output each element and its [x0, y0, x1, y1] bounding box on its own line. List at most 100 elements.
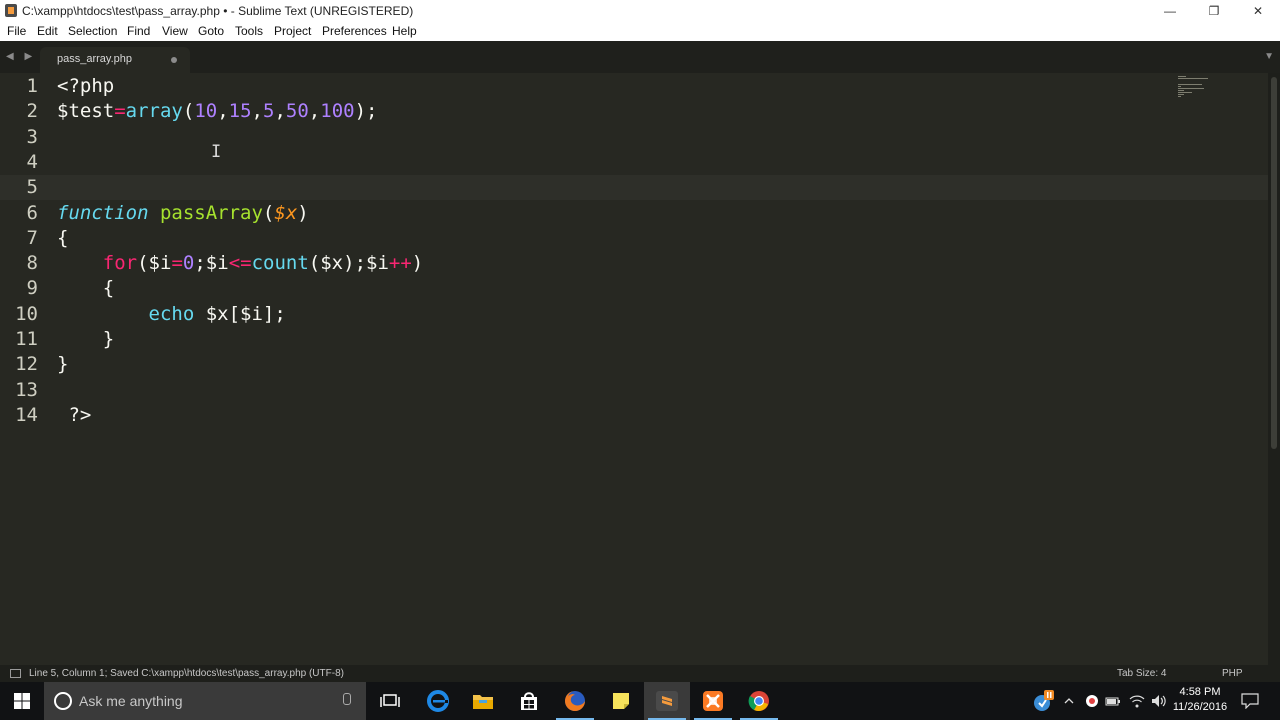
window-title: C:\xampp\htdocs\test\pass_array.php • - … [22, 4, 414, 18]
recording-icon[interactable] [1082, 682, 1102, 720]
chrome-icon[interactable] [736, 682, 782, 720]
line-number: 7 [26, 227, 38, 249]
xampp-icon[interactable] [690, 682, 736, 720]
line-number: 2 [26, 100, 38, 122]
action-center-icon[interactable] [1238, 682, 1262, 720]
text-cursor-icon: I [211, 142, 222, 162]
punctuation: ) [297, 202, 309, 224]
clock-time: 4:58 PM [1179, 686, 1221, 698]
number: 10 [194, 100, 218, 122]
microphone-icon[interactable] [343, 693, 351, 705]
close-button[interactable]: ✕ [1236, 0, 1280, 22]
menu-bar: File Edit Selection Find View Goto Tools… [0, 22, 1280, 42]
punctuation: { [57, 227, 69, 249]
taskbar: Ask me anything 4:58 PM 11/26/2016 [0, 682, 1280, 720]
builtin-function: array [125, 100, 183, 122]
unsaved-dot-icon[interactable] [171, 57, 177, 63]
task-view-icon[interactable] [367, 682, 413, 720]
tab-bar: ◀ ▶ pass_array.php ▼ [0, 41, 1280, 73]
punctuation: } [102, 328, 115, 350]
code-line-12: } [57, 352, 68, 377]
punctuation: ( [182, 100, 195, 122]
code-line-1: <?php [57, 74, 114, 99]
menu-help[interactable]: Help [392, 24, 417, 38]
battery-power-icon[interactable] [1104, 682, 1124, 720]
number: 0 [182, 252, 195, 274]
punctuation: { [102, 277, 115, 299]
status-bar: Line 5, Column 1; Saved C:\xampp\htdocs\… [0, 665, 1280, 682]
panel-toggle-icon[interactable] [10, 669, 21, 678]
menu-preferences[interactable]: Preferences [322, 24, 387, 38]
code-line-9: { [57, 276, 114, 301]
menu-find[interactable]: Find [127, 24, 150, 38]
variable: $x [320, 252, 344, 274]
line-number-gutter: 1 2 3 4 5 6 7 8 9 10 11 12 13 14 [0, 73, 44, 665]
cortana-search-box[interactable]: Ask me anything [44, 682, 366, 720]
file-explorer-icon[interactable] [460, 682, 506, 720]
edge-icon[interactable] [415, 682, 461, 720]
scrollbar-thumb[interactable] [1271, 77, 1277, 449]
system-clock[interactable]: 4:58 PM 11/26/2016 [1170, 685, 1230, 715]
store-icon[interactable] [506, 682, 552, 720]
punctuation: , [251, 100, 263, 122]
punctuation: ); [343, 252, 367, 274]
sticky-notes-icon[interactable] [598, 682, 644, 720]
variable: $i [205, 252, 229, 274]
firefox-icon[interactable] [552, 682, 598, 720]
menu-tools[interactable]: Tools [235, 24, 263, 38]
code-line-10: echo $x[$i]; [57, 302, 286, 327]
restore-button[interactable]: ❐ [1192, 0, 1236, 22]
sublime-app-icon [5, 4, 17, 17]
menu-file[interactable]: File [7, 24, 26, 38]
punctuation: ); [354, 100, 378, 122]
line-number: 12 [15, 353, 38, 375]
updates-notification-icon[interactable] [1028, 682, 1058, 720]
operator: = [171, 252, 183, 274]
tab-list-dropdown-icon[interactable]: ▼ [1264, 51, 1274, 62]
minimize-button[interactable]: — [1148, 0, 1192, 22]
line-number: 1 [26, 75, 38, 97]
menu-edit[interactable]: Edit [37, 24, 58, 38]
syntax-indicator[interactable]: PHP [1222, 668, 1243, 679]
number: 50 [285, 100, 309, 122]
code-editor[interactable]: 1 2 3 4 5 6 7 8 9 10 11 12 13 14 <?php $… [0, 73, 1268, 665]
tab-size-indicator[interactable]: Tab Size: 4 [1117, 668, 1166, 679]
windows-start-icon[interactable] [0, 682, 44, 720]
menu-view[interactable]: View [162, 24, 188, 38]
sublime-text-taskbar-icon[interactable] [644, 682, 690, 720]
variable: $x[$i]; [205, 303, 286, 325]
code-line-2: $test=array(10,15,5,50,100); [57, 99, 377, 124]
punctuation: ( [308, 252, 321, 274]
tab-pass-array[interactable]: pass_array.php [40, 47, 190, 73]
punctuation: , [274, 100, 286, 122]
punctuation: } [57, 353, 69, 375]
line-number: 5 [26, 176, 38, 198]
status-message: Line 5, Column 1; Saved C:\xampp\htdocs\… [29, 668, 344, 679]
line-number: 8 [26, 252, 38, 274]
wifi-icon[interactable] [1127, 682, 1147, 720]
parameter: $x [274, 202, 298, 224]
menu-goto[interactable]: Goto [198, 24, 224, 38]
operator: = [114, 100, 126, 122]
show-hidden-icons-chevron-icon[interactable] [1060, 682, 1078, 720]
search-placeholder: Ask me anything [79, 693, 183, 709]
line-number: 6 [26, 202, 38, 224]
code-line-11: } [57, 327, 114, 352]
vertical-scrollbar[interactable] [1268, 73, 1280, 665]
punctuation: ) [411, 252, 424, 274]
line-number: 10 [15, 303, 38, 325]
cortana-icon [54, 692, 72, 710]
variable: $test [57, 100, 115, 122]
punctuation: , [308, 100, 321, 122]
line-number: 11 [15, 328, 38, 350]
menu-selection[interactable]: Selection [68, 24, 117, 38]
tab-nav-arrows-icon[interactable]: ◀ ▶ [6, 51, 36, 62]
minimap[interactable] [1178, 76, 1214, 100]
volume-icon[interactable] [1149, 682, 1169, 720]
menu-project[interactable]: Project [274, 24, 311, 38]
